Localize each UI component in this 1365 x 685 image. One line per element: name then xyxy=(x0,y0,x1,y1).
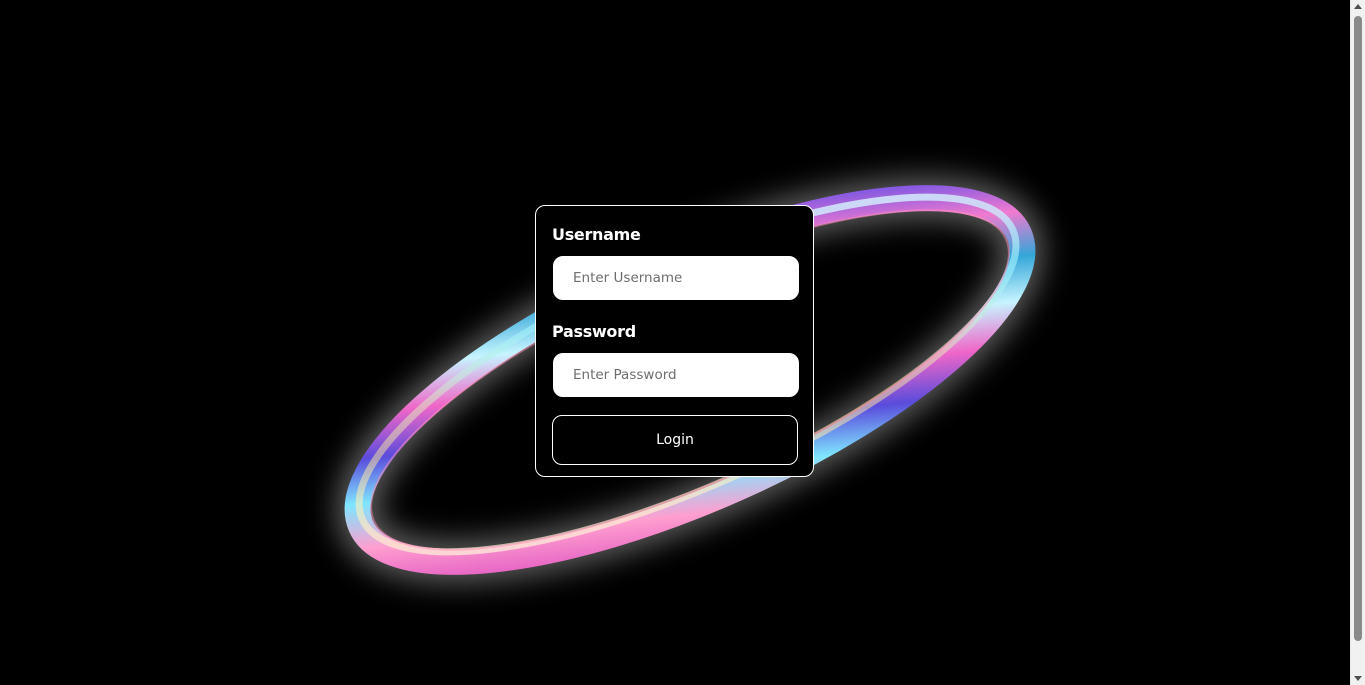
login-page: Username Password Login xyxy=(0,0,1365,685)
login-card: Username Password Login xyxy=(535,205,814,477)
username-label: Username xyxy=(552,225,641,244)
password-label: Password xyxy=(552,322,636,341)
scrollbar-thumb[interactable] xyxy=(1354,16,1362,641)
login-button[interactable]: Login xyxy=(552,415,798,465)
password-input[interactable] xyxy=(553,353,799,397)
username-input[interactable] xyxy=(553,256,799,300)
vertical-scrollbar[interactable] xyxy=(1350,0,1365,685)
scroll-down-arrow-icon[interactable] xyxy=(1354,676,1362,681)
scroll-up-arrow-icon[interactable] xyxy=(1354,4,1362,9)
